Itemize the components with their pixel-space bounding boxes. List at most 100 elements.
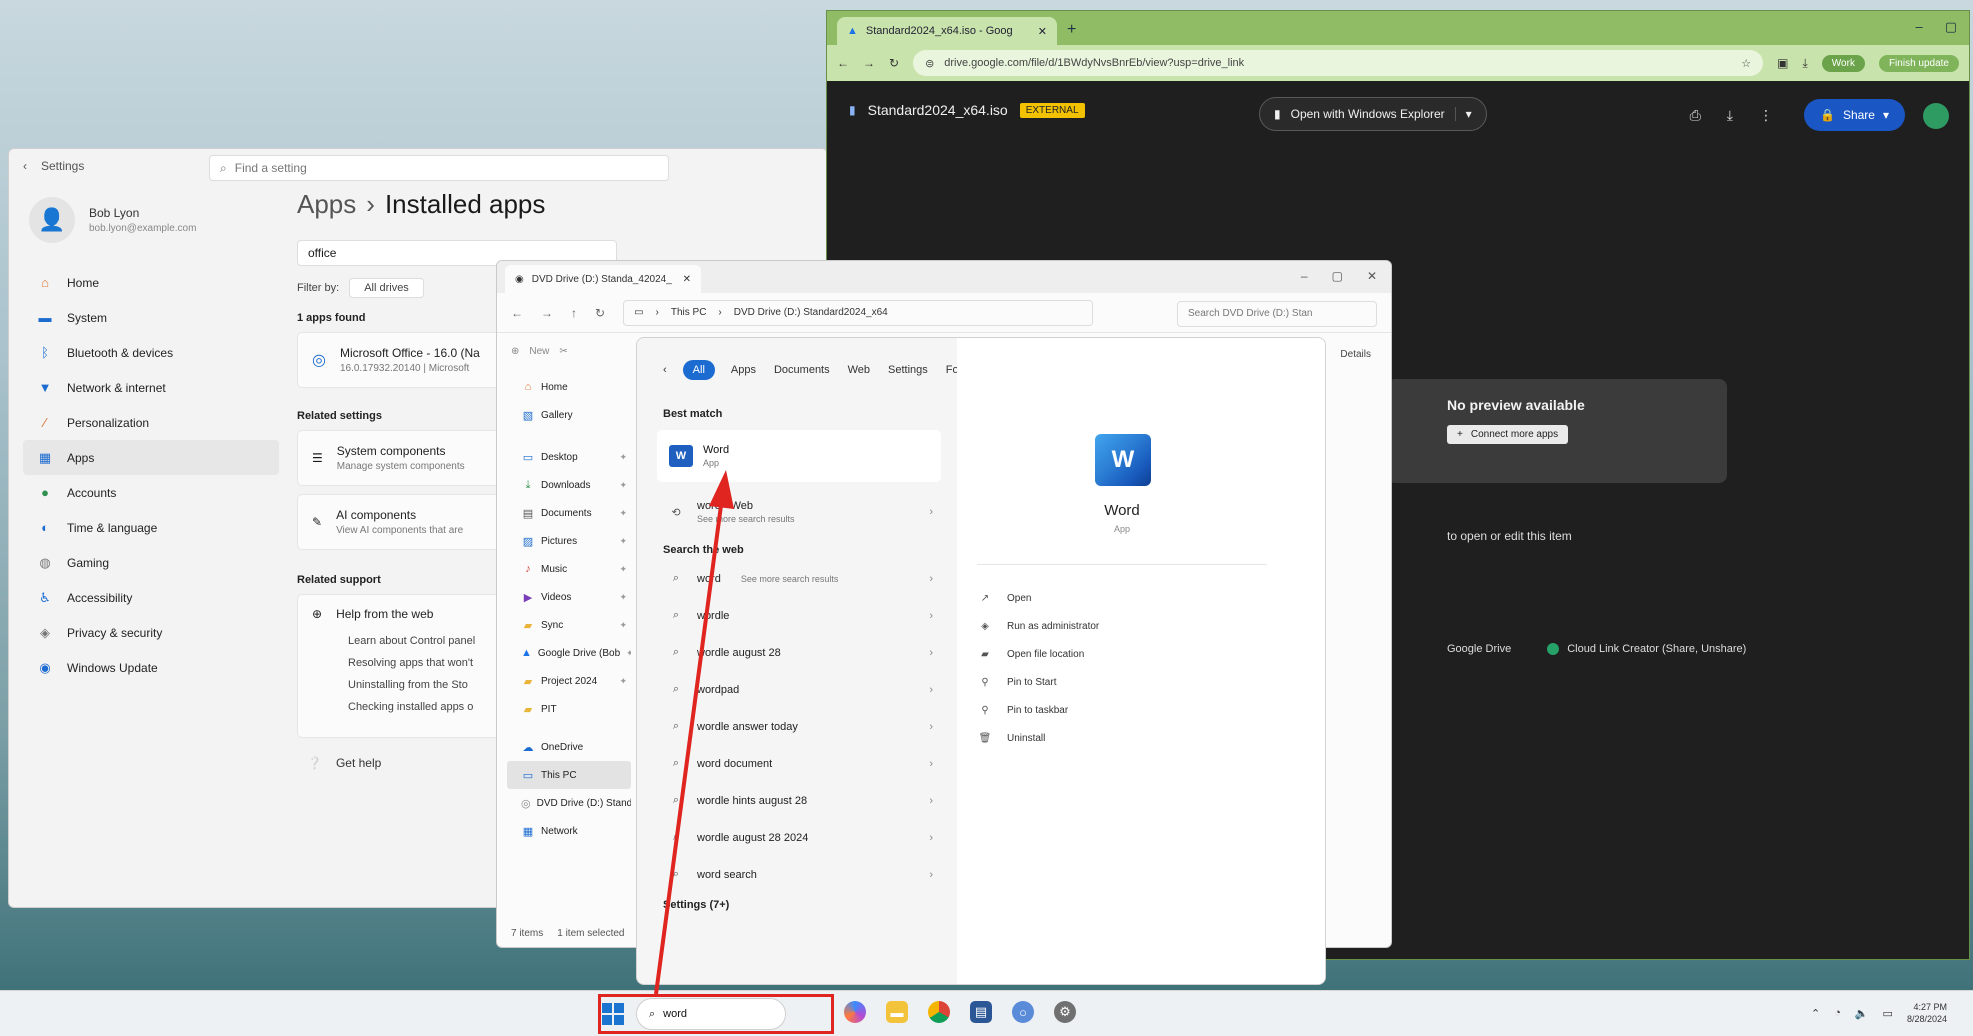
path-segment[interactable]: DVD Drive (D:) Standard2024_x64 xyxy=(734,307,888,318)
sidebar-item-network-internet[interactable]: ▼ Network & internet xyxy=(23,370,279,405)
explorer-tab[interactable]: ◉ DVD Drive (D:) Standa_42024_ ✕ xyxy=(505,265,701,293)
chrome-icon[interactable] xyxy=(928,1001,950,1023)
drive-filter-select[interactable]: All drives xyxy=(349,278,424,298)
volume-icon[interactable]: 🔈 xyxy=(1855,1007,1869,1020)
connect-apps-button[interactable]: + Connect more apps xyxy=(1447,425,1569,444)
network-icon[interactable]: ◔ xyxy=(1834,1007,1841,1019)
nav-item[interactable]: ▧ Gallery xyxy=(507,401,631,429)
download-icon[interactable]: ⤓ xyxy=(1802,56,1807,71)
nav-item[interactable]: ▰ Sync ✦ xyxy=(507,611,631,639)
cut-icon[interactable]: ✂ xyxy=(559,346,567,357)
minimize-icon[interactable]: – xyxy=(1301,269,1308,283)
chrome-tab[interactable]: ▲ Standard2024_x64.iso - Goog ✕ xyxy=(837,17,1057,45)
filter-settings[interactable]: Settings xyxy=(888,364,928,376)
nav-item[interactable]: ▨ Pictures ✦ xyxy=(507,527,631,555)
forward-icon[interactable]: → xyxy=(863,56,875,70)
profile-button[interactable]: Work xyxy=(1821,54,1865,72)
nav-item[interactable]: ▲ Google Drive (Bob ✦ xyxy=(507,639,631,667)
action-open-file-location[interactable]: ▰ Open file location xyxy=(979,640,1099,668)
web-result-row[interactable]: ⌕ word document › xyxy=(657,745,941,782)
up-icon[interactable]: ↑ xyxy=(571,306,577,320)
nav-item[interactable]: ▰ PIT xyxy=(507,695,631,723)
action-pin-to-start[interactable]: ⚲ Pin to Start xyxy=(979,668,1099,696)
new-tab-icon[interactable]: + xyxy=(1067,21,1076,39)
filter-web[interactable]: Web xyxy=(848,364,870,376)
web-result-row[interactable]: ⌕ wordle august 28 2024 › xyxy=(657,819,941,856)
close-tab-icon[interactable]: ✕ xyxy=(683,274,691,285)
breadcrumb-parent[interactable]: Apps xyxy=(297,189,356,220)
web-result-row[interactable]: ⌕ wordle answer today › xyxy=(657,708,941,745)
explorer-search-input[interactable]: Search DVD Drive (D:) Stan xyxy=(1177,301,1377,327)
action-open[interactable]: ↗ Open xyxy=(979,584,1099,612)
battery-icon[interactable]: ▭ xyxy=(1883,1007,1893,1020)
download-icon[interactable]: ⤓ xyxy=(1727,107,1733,124)
more-options-icon[interactable]: ⋮ xyxy=(1759,107,1773,124)
web-result-row[interactable]: ⌕ word See more search results › xyxy=(657,560,941,597)
share-button[interactable]: 🔒 Share ▾ xyxy=(1803,99,1905,131)
action-uninstall[interactable]: 🗑 Uninstall xyxy=(979,724,1099,752)
suggested-app-cloud-link[interactable]: Cloud Link Creator (Share, Unshare) xyxy=(1547,643,1746,656)
chevron-down-icon[interactable]: ▾ xyxy=(1454,107,1472,121)
back-arrow-icon[interactable]: ‹ xyxy=(23,159,27,173)
address-bar[interactable]: ⊜ drive.google.com/file/d/1BWdyNvsBnrEb/… xyxy=(913,50,1764,76)
filter-apps[interactable]: Apps xyxy=(731,364,756,376)
chevron-up-icon[interactable]: ⌃ xyxy=(1811,1007,1820,1020)
nav-item[interactable]: ☁ OneDrive xyxy=(507,733,631,761)
filter-documents[interactable]: Documents xyxy=(774,364,830,376)
maximize-icon[interactable]: ▢ xyxy=(1945,19,1957,35)
action-run-as-administrator[interactable]: ◈ Run as administrator xyxy=(979,612,1099,640)
nav-item[interactable]: ▭ Desktop ✦ xyxy=(507,443,631,471)
sidebar-item-gaming[interactable]: ◍ Gaming xyxy=(23,545,279,580)
close-icon[interactable]: ✕ xyxy=(1367,269,1377,283)
nav-item[interactable]: ⌂ Home xyxy=(507,373,631,401)
explorer-path-bar[interactable]: ▭ › This PC › DVD Drive (D:) Standard202… xyxy=(623,299,1094,326)
web-result-row[interactable]: ⌕ wordle august 28 › xyxy=(657,634,941,671)
bookmark-star-icon[interactable]: ☆ xyxy=(1741,57,1751,70)
best-match-word[interactable]: W Word App xyxy=(657,430,941,482)
close-tab-icon[interactable]: ✕ xyxy=(1038,25,1047,38)
clock[interactable]: 4:27 PM 8/28/2024 xyxy=(1907,1001,1947,1025)
web-result-row[interactable]: ⌕ wordle › xyxy=(657,597,941,634)
sidebar-item-bluetooth-devices[interactable]: ᛒ Bluetooth & devices xyxy=(23,335,279,370)
user-profile[interactable]: 👤 Bob Lyon bob.lyon@example.com xyxy=(29,197,196,243)
finish-update-button[interactable]: Finish update xyxy=(1878,54,1959,72)
sidebar-item-windows-update[interactable]: ◉ Windows Update xyxy=(23,650,279,685)
sidebar-item-personalization[interactable]: ⁄ Personalization xyxy=(23,405,279,440)
suggested-app[interactable]: Google Drive xyxy=(1447,643,1511,655)
nav-item[interactable]: ▭ This PC xyxy=(507,761,631,789)
sidebar-item-accounts[interactable]: ● Accounts xyxy=(23,475,279,510)
settings-search-input[interactable]: ⌕ Find a setting xyxy=(209,155,669,181)
sidebar-item-system[interactable]: ▬ System xyxy=(23,300,279,335)
details-button[interactable]: Details xyxy=(1340,349,1371,360)
nav-item[interactable]: ♪ Music ✦ xyxy=(507,555,631,583)
path-segment[interactable]: This PC xyxy=(671,307,707,318)
forward-icon[interactable]: → xyxy=(541,306,553,320)
sidebar-item-home[interactable]: ⌂ Home xyxy=(23,265,279,300)
store-icon[interactable]: ▤ xyxy=(970,1001,992,1023)
sidebar-item-apps[interactable]: ▦ Apps xyxy=(23,440,279,475)
nav-item[interactable]: ▰ Project 2024 ✦ xyxy=(507,667,631,695)
nav-item[interactable]: ▦ Network xyxy=(507,817,631,845)
web-result-row[interactable]: ⌕ wordpad › xyxy=(657,671,941,708)
nav-item[interactable]: ▶ Videos ✦ xyxy=(507,583,631,611)
action-pin-to-taskbar[interactable]: ⚲ Pin to taskbar xyxy=(979,696,1099,724)
extensions-icon[interactable]: ▣ xyxy=(1777,56,1788,70)
sidebar-item-privacy-security[interactable]: ◈ Privacy & security xyxy=(23,615,279,650)
refresh-icon[interactable]: ↻ xyxy=(595,306,605,320)
filter-all[interactable]: All xyxy=(682,360,715,380)
print-icon[interactable]: ⎙ xyxy=(1690,107,1701,124)
minimize-icon[interactable]: – xyxy=(1915,19,1922,35)
sidebar-item-accessibility[interactable]: ♿ Accessibility xyxy=(23,580,279,615)
web-result-row[interactable]: ⌕ wordle hints august 28 › xyxy=(657,782,941,819)
back-icon[interactable]: ‹ xyxy=(663,364,667,376)
copilot-app-icon[interactable] xyxy=(844,1001,866,1023)
maximize-icon[interactable]: ▢ xyxy=(1332,269,1343,283)
file-explorer-icon[interactable]: ▬ xyxy=(886,1001,908,1023)
new-button[interactable]: New xyxy=(529,346,549,357)
open-with-button[interactable]: ▮ Open with Windows Explorer ▾ xyxy=(1259,97,1487,131)
sidebar-item-time-language[interactable]: ◐ Time & language xyxy=(23,510,279,545)
back-icon[interactable]: ← xyxy=(511,306,523,320)
web-search-row[interactable]: ⟲ word - Web See more search results › xyxy=(657,490,941,534)
reload-icon[interactable]: ↻ xyxy=(889,56,899,70)
nav-item[interactable]: ▤ Documents ✦ xyxy=(507,499,631,527)
